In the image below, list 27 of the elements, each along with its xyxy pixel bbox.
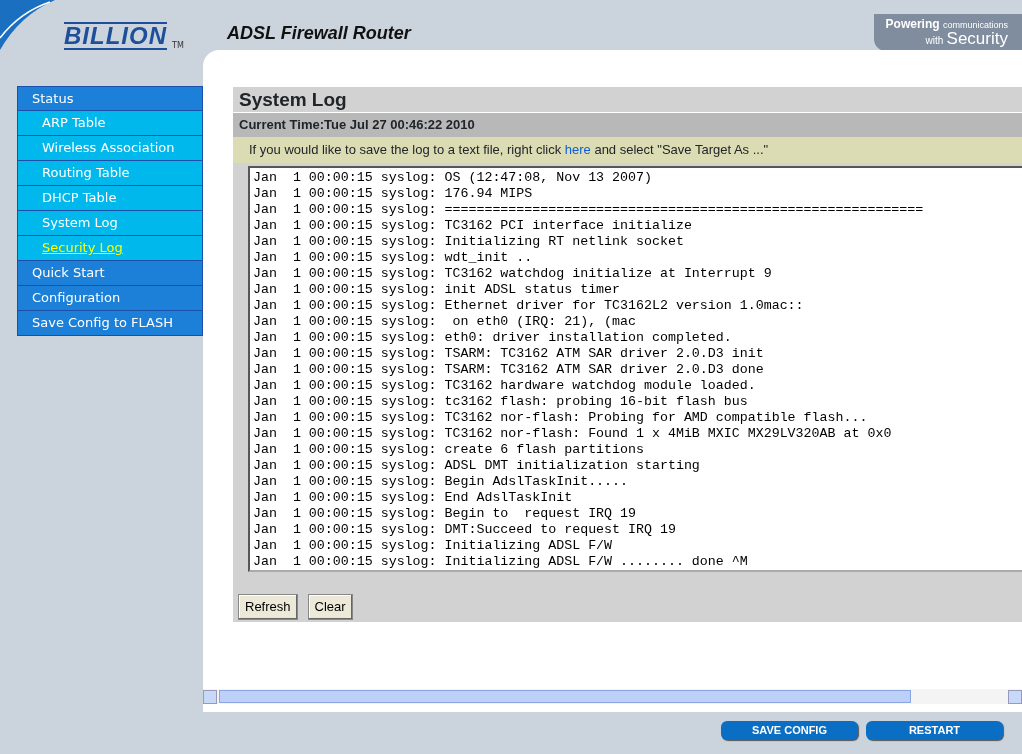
log-textarea[interactable]: Jan 1 00:00:15 syslog: OS (12:47:08, Nov 13 2007) Jan 1 00:00:15 syslog: 176.94 MIPS Jan 1 00:00:15 syslog: ============================================================ Jan 1 00:00:15 syslog: TC3162 PCI interface initialize Jan 1 00:00:15 syslog: Initializing RT netlink socket Jan 1 00:00:15 syslog: wdt_init .. Jan 1 00:00:15 syslog: TC3162 watchdog initialize at Interrupt 9 Jan 1 00:00:15 syslog: init ADSL status timer Jan 1 00:00:15 syslog: Ethernet driver for TC3162L2 version 1.0mac:: Jan 1 00:00:15 syslog: on eth0 (IRQ: 21), (mac Jan 1 00:00:15 syslog: eth0: driver installation completed. Jan 1 00:00:15 syslog: TSARM: TC3162 ATM SAR driver 2.0.D3 init Jan 1 00:00:15 syslog: TSARM: TC3162 ATM SAR driver 2.0.D3 done Jan 1 00:00:15 syslog: TC3162 hardware watchdog module loaded. Jan 1 00:00:15 syslog: tc3162 flash: probing 16-bit flash bus Jan 1 00:00:15 syslog: TC3162 nor-flash: Probing for AMD compatible flash... Jan 1 00:00:15 syslog: TC3162 nor-flash: Found 1 x 4MiB MXIC MX29LV320AB at 0x0 Jan 1 00:00:15 syslog: create 6 flash partitions Jan 1 00:00:15 syslog: ADSL DMT initialization starting Jan 1 00:00:15 syslog: Begin AdslTaskInit..... Jan 1 00:00:15 syslog: End AdslTaskInit Jan 1 00:00:15 syslog: Begin to request IRQ 19 Jan 1 00:00:15 syslog: DMT:Succeed to request IRQ 19 Jan 1 00:00:15 syslog: Initializing ADSL F/W Jan 1 00:00:15 syslog: Initializing ADSL F/W ........ done ^M	[248, 166, 1022, 572]
menu-item[interactable]: Save Config to FLASH	[17, 311, 203, 336]
log-button[interactable]: Clear	[307, 594, 353, 620]
trademark: TM	[172, 40, 184, 52]
save-hint: If you would like to save the log to a text file, right click here and select "Save Target As ..."	[233, 137, 1022, 163]
menu-item[interactable]: Security Log	[17, 236, 203, 261]
horizontal-scrollbar[interactable]	[203, 689, 1022, 704]
menu-item[interactable]: Wireless Association	[17, 136, 203, 161]
tagline-text: Security	[946, 29, 1008, 48]
menu-item[interactable]: System Log	[17, 211, 203, 236]
here-link[interactable]: here	[564, 142, 591, 157]
menu-item[interactable]: Quick Start	[17, 261, 203, 286]
menu-item[interactable]: Configuration	[17, 286, 203, 311]
log-button[interactable]: Refresh	[238, 594, 298, 620]
tagline-text: Powering	[885, 17, 940, 31]
current-time: Current Time:Tue Jul 27 00:46:22 2010	[233, 113, 1022, 137]
menu-item[interactable]: Routing Table	[17, 161, 203, 186]
menu-item[interactable]: ARP Table	[17, 111, 203, 136]
tagline-text: with	[925, 35, 944, 46]
tagline-text: communications	[942, 20, 1008, 30]
menu-item[interactable]: Status	[17, 86, 203, 111]
product-title: ADSL Firewall Router	[227, 22, 411, 45]
footer-button[interactable]: SAVE CONFIG	[721, 721, 858, 740]
footer-button[interactable]: RESTART	[866, 721, 1003, 740]
logo: BILLION	[64, 22, 167, 50]
menu-item[interactable]: DHCP Table	[17, 186, 203, 211]
page-title: System Log	[233, 87, 1022, 112]
